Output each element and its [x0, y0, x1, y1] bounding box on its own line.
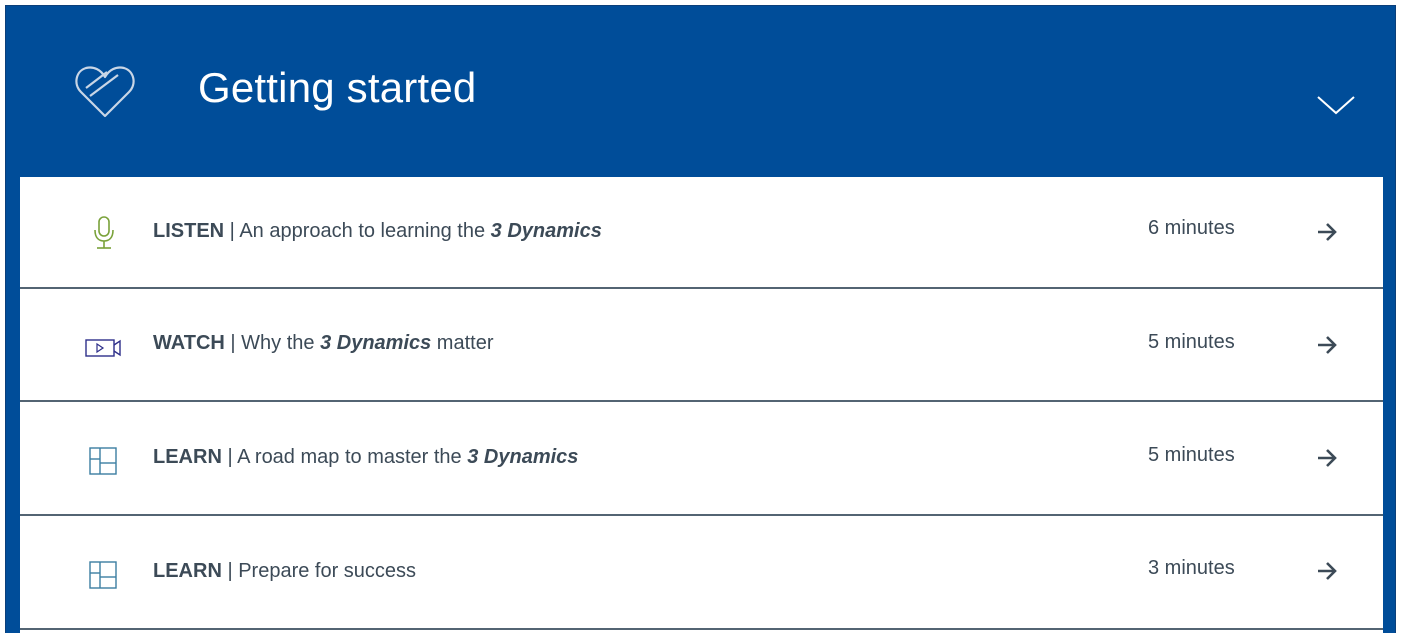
item-title: WATCH | Why the 3 Dynamics matter [153, 332, 494, 355]
list-item-learn-prepare[interactable]: LEARN | Prepare for success 3 minutes [20, 518, 1383, 630]
item-kind: WATCH [153, 332, 225, 354]
layout-grid-icon [89, 447, 117, 475]
arrow-right-icon[interactable] [1316, 221, 1340, 243]
heart-outline-icon [75, 66, 135, 118]
item-emphasis: 3 Dynamics [467, 446, 579, 468]
item-text: Why the [241, 332, 321, 354]
section-title: Getting started [198, 64, 477, 111]
item-text: Prepare for success [238, 560, 417, 582]
item-text-after: matter [431, 332, 494, 354]
item-text: An approach to learning the [239, 220, 491, 242]
item-duration: 5 minutes [1148, 444, 1235, 466]
list-item-learn-roadmap[interactable]: LEARN | A road map to master the 3 Dynam… [20, 404, 1383, 516]
lesson-list: LISTEN | An approach to learning the 3 D… [20, 177, 1383, 634]
item-duration: 5 minutes [1148, 331, 1235, 353]
item-kind: LISTEN [153, 220, 225, 242]
item-duration: 3 minutes [1148, 557, 1235, 579]
item-title: LEARN | A road map to master the 3 Dynam… [153, 446, 578, 469]
item-title: LISTEN | An approach to learning the 3 D… [153, 220, 602, 243]
list-item-listen[interactable]: LISTEN | An approach to learning the 3 D… [20, 177, 1383, 289]
list-item-watch[interactable]: WATCH | Why the 3 Dynamics matter 5 minu… [20, 290, 1383, 402]
layout-grid-icon [89, 561, 117, 589]
item-kind: LEARN [153, 446, 222, 468]
item-title: LEARN | Prepare for success [153, 560, 416, 583]
item-emphasis: 3 Dynamics [320, 332, 432, 354]
item-separator: | [221, 560, 239, 582]
video-camera-icon [85, 339, 121, 357]
arrow-right-icon[interactable] [1316, 560, 1340, 582]
item-separator: | [224, 332, 242, 354]
arrow-right-icon[interactable] [1316, 334, 1340, 356]
chevron-down-icon[interactable] [1316, 93, 1356, 117]
item-separator: | [221, 446, 238, 468]
item-duration: 6 minutes [1148, 217, 1235, 239]
section-header[interactable]: Getting started [6, 6, 1395, 176]
arrow-right-icon[interactable] [1316, 447, 1340, 469]
item-text: A road map to master the [237, 446, 468, 468]
getting-started-panel: Getting started LISTEN | An approach to … [5, 5, 1396, 634]
item-kind: LEARN [153, 560, 222, 582]
item-separator: | [224, 220, 240, 242]
item-emphasis: 3 Dynamics [490, 220, 602, 242]
microphone-icon [94, 216, 114, 249]
